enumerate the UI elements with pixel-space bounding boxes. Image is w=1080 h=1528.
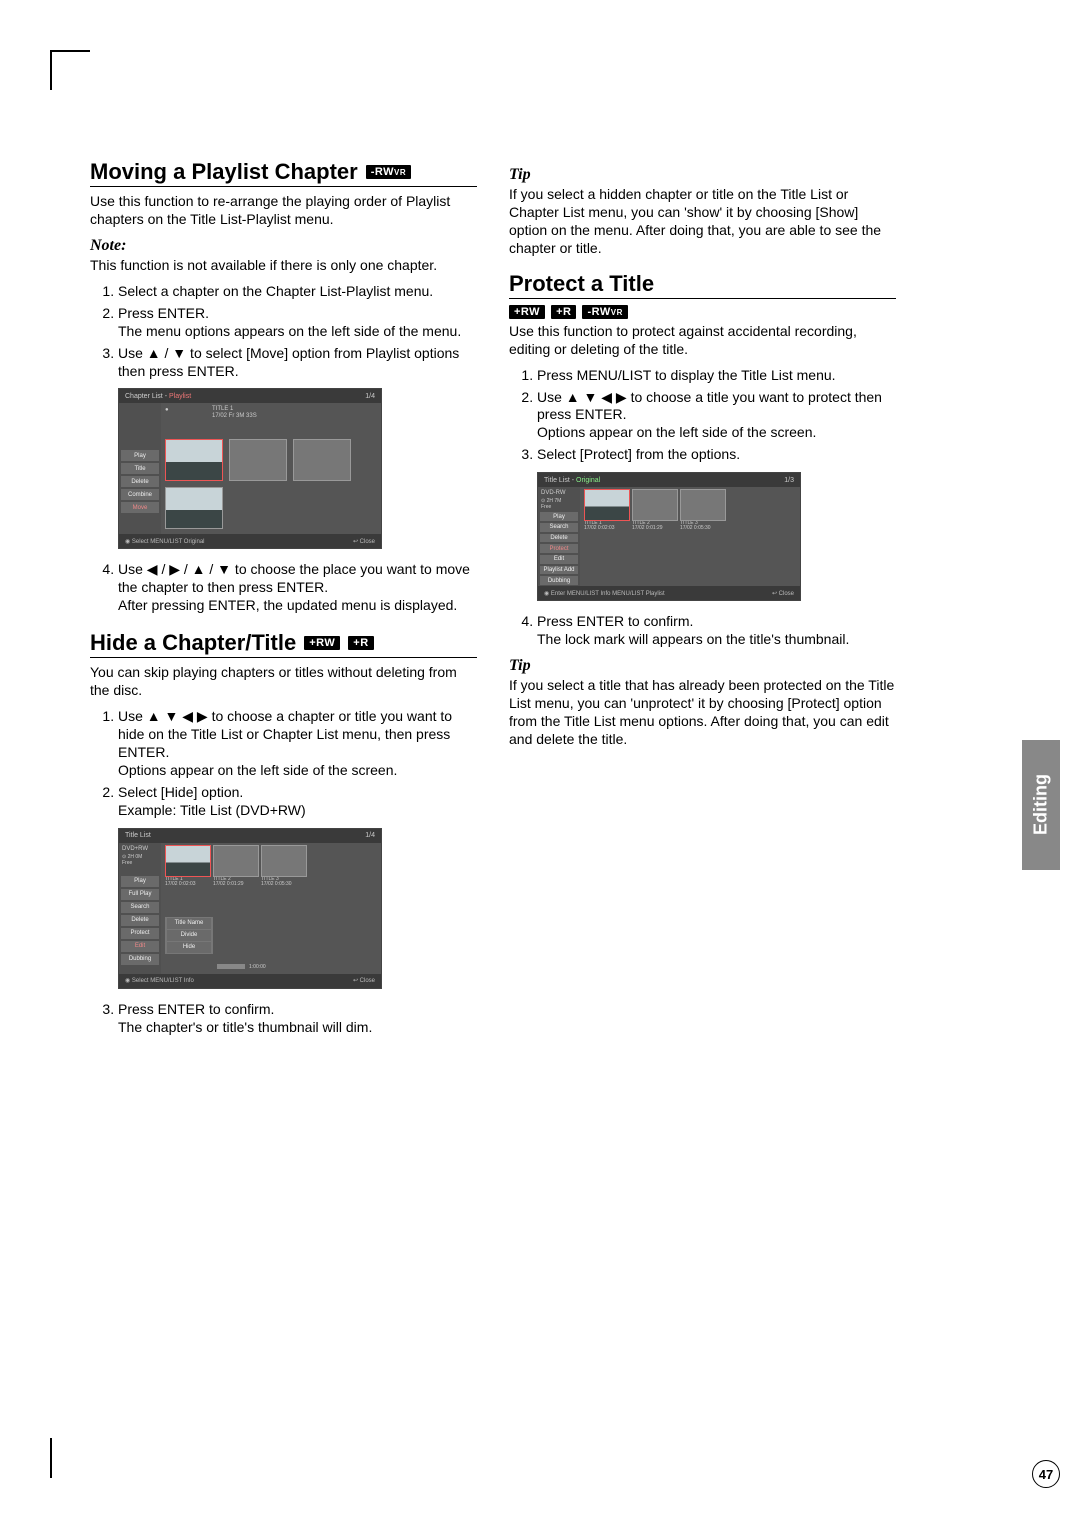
tip-body: If you select a title that has already b… — [509, 677, 896, 749]
step: Use ▲ ▼ ◀ ▶ to choose a title you want t… — [537, 389, 896, 443]
heading-protect-title: Protect a Title — [509, 272, 896, 296]
menu-search[interactable]: Search — [540, 523, 578, 532]
menu-edit[interactable]: Edit — [540, 555, 578, 564]
menu-play[interactable]: Play — [121, 876, 159, 887]
heading-text: Moving a Playlist Chapter — [90, 160, 358, 184]
title-thumb[interactable] — [213, 845, 259, 877]
menu-protect[interactable]: Protect — [121, 928, 159, 939]
menu-protect[interactable]: Protect — [540, 544, 578, 553]
screenshot-title-list-original: Title List - Original 1/3 DVD-RW ⊙ 2H 7M… — [537, 472, 801, 601]
screenshot-chapter-list-playlist: Chapter List - Playlist 1/4 Play Title D… — [118, 388, 382, 549]
title-thumb[interactable] — [165, 845, 211, 877]
screenshot-title-list-dvdrw: Title List 1/4 DVD+RW ⊙ 2H 0M Free Play … — [118, 828, 382, 989]
step: Use ▲ ▼ ◀ ▶ to choose a chapter or title… — [118, 708, 477, 780]
step: Press ENTER. The menu options appears on… — [118, 305, 477, 341]
menu-delete[interactable]: Delete — [540, 534, 578, 543]
chapter-thumb[interactable] — [165, 439, 223, 481]
title-thumb[interactable] — [584, 489, 630, 521]
menu-move[interactable]: Move — [121, 502, 159, 513]
title-thumb[interactable] — [261, 845, 307, 877]
menu-dubbing[interactable]: Dubbing — [121, 954, 159, 965]
intro-paragraph: Use this function to protect against acc… — [509, 323, 896, 359]
menu-edit[interactable]: Edit — [121, 941, 159, 952]
steps-list: Use ▲ ▼ ◀ ▶ to choose a chapter or title… — [90, 708, 477, 819]
chapter-thumb[interactable] — [229, 439, 287, 481]
chapter-thumb[interactable] — [293, 439, 351, 481]
badge-rwvr: -RWVR — [582, 305, 627, 319]
step: Use ▲ / ▼ to select [Move] option from P… — [118, 345, 477, 381]
title-thumb[interactable] — [632, 489, 678, 521]
crop-mark — [50, 1438, 52, 1478]
heading-moving-playlist-chapter: Moving a Playlist Chapter -RWVR — [90, 160, 477, 184]
section-tab-editing: Editing — [1022, 740, 1060, 870]
menu-playlist-add[interactable]: Playlist Add — [540, 566, 578, 575]
right-column: Tip If you select a hidden chapter or ti… — [509, 160, 896, 1044]
crop-mark — [50, 50, 90, 52]
menu-combine[interactable]: Combine — [121, 489, 159, 500]
menu-play[interactable]: Play — [121, 450, 159, 461]
menu-play[interactable]: Play — [540, 512, 578, 521]
step: Use ◀ / ▶ / ▲ / ▼ to choose the place yo… — [118, 561, 477, 615]
menu-title[interactable]: Title — [121, 463, 159, 474]
badge-plusrw: +RW — [509, 305, 545, 319]
heading-text: Hide a Chapter/Title — [90, 631, 296, 655]
steps-list-cont: Press ENTER to confirm. The chapter's or… — [90, 1001, 477, 1037]
heading-hide-chapter-title: Hide a Chapter/Title +RW +R — [90, 631, 477, 655]
divider — [90, 186, 477, 187]
tip-label: Tip — [509, 166, 896, 184]
steps-list: Select a chapter on the Chapter List-Pla… — [90, 283, 477, 381]
chapter-thumb[interactable] — [165, 487, 223, 529]
step: Select [Hide] option. Example: Title Lis… — [118, 784, 477, 820]
step: Select a chapter on the Chapter List-Pla… — [118, 283, 477, 301]
menu-full-play[interactable]: Full Play — [121, 889, 159, 900]
steps-list: Press MENU/LIST to display the Title Lis… — [509, 367, 896, 465]
step: Press MENU/LIST to display the Title Lis… — [537, 367, 896, 385]
steps-list-cont: Use ◀ / ▶ / ▲ / ▼ to choose the place yo… — [90, 561, 477, 615]
title-thumb[interactable] — [680, 489, 726, 521]
steps-list-cont: Press ENTER to confirm. The lock mark wi… — [509, 613, 896, 649]
menu-delete[interactable]: Delete — [121, 915, 159, 926]
note-body: This function is not available if there … — [90, 257, 477, 275]
badge-plusr: +R — [551, 305, 576, 319]
divider — [90, 657, 477, 658]
intro-paragraph: Use this function to re-arrange the play… — [90, 193, 477, 229]
divider — [509, 298, 896, 299]
intro-paragraph: You can skip playing chapters or titles … — [90, 664, 477, 700]
step: Press ENTER to confirm. The lock mark wi… — [537, 613, 896, 649]
menu-dubbing[interactable]: Dubbing — [540, 576, 578, 585]
crop-mark — [50, 50, 52, 90]
page-number: 47 — [1032, 1460, 1060, 1488]
left-column: Moving a Playlist Chapter -RWVR Use this… — [90, 160, 477, 1044]
note-label: Note: — [90, 237, 477, 255]
badge-rwvr: -RWVR — [366, 165, 411, 179]
menu-delete[interactable]: Delete — [121, 476, 159, 487]
badge-plusrw: +RW — [304, 636, 340, 650]
badge-plusr: +R — [348, 636, 373, 650]
menu-search[interactable]: Search — [121, 902, 159, 913]
step: Press ENTER to confirm. The chapter's or… — [118, 1001, 477, 1037]
tip-body: If you select a hidden chapter or title … — [509, 186, 896, 258]
tip-label: Tip — [509, 657, 896, 675]
step: Select [Protect] from the options. — [537, 446, 896, 464]
heading-text: Protect a Title — [509, 272, 654, 296]
